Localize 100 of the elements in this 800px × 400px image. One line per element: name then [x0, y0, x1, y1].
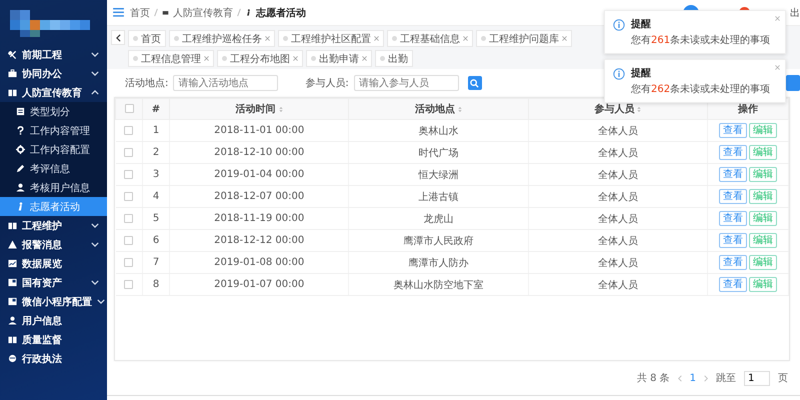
- table-cell: 2018-12-12 00:00: [214, 235, 304, 246]
- checkbox[interactable]: [124, 192, 134, 201]
- tools-icon: [8, 50, 17, 59]
- sidebar-item[interactable]: 工程维护: [0, 216, 107, 235]
- sort-icon: [458, 106, 462, 112]
- column-header[interactable]: 活动地点: [414, 102, 462, 116]
- checkbox[interactable]: [124, 280, 134, 289]
- sidebar-item[interactable]: 微信小程序配置: [0, 292, 107, 311]
- sidebar-subitem[interactable]: 工作内容管理: [0, 121, 107, 140]
- gear-icon: [16, 145, 25, 154]
- book-icon: [8, 221, 17, 230]
- notification-title: 提醒: [631, 18, 651, 31]
- scroll-left-button[interactable]: [111, 30, 125, 45]
- slash-icon: [237, 8, 241, 17]
- close-icon[interactable]: [265, 36, 270, 41]
- tab[interactable]: 工程维护社区配置: [278, 30, 384, 47]
- close-icon[interactable]: [362, 56, 367, 61]
- sidebar-item[interactable]: 用户信息: [0, 311, 107, 330]
- sidebar-item[interactable]: 人防宣传教育: [0, 83, 107, 102]
- sidebar-item[interactable]: 行政执法: [0, 349, 107, 368]
- table-cell: 1: [152, 125, 160, 136]
- table-cell: 4: [152, 191, 160, 202]
- table-cell: 2: [152, 147, 160, 158]
- sort-icon: [637, 106, 642, 112]
- info-icon: [613, 19, 625, 31]
- sidebar-item[interactable]: 前期工程: [0, 45, 107, 64]
- tab[interactable]: 出勤: [375, 50, 413, 67]
- tab[interactable]: 工程信息管理: [128, 50, 214, 67]
- exit-link[interactable]: 出: [790, 6, 800, 20]
- sort-icon: [278, 106, 283, 112]
- tab[interactable]: 工程基础信息: [387, 30, 473, 47]
- breadcrumb-link[interactable]: 首页: [130, 6, 150, 20]
- page-unit: 页: [778, 372, 788, 385]
- table-cell: 全体人员: [598, 214, 638, 224]
- panel-icon: [8, 297, 17, 306]
- table-cell: 2018-11-19 00:00: [214, 213, 304, 224]
- field-label: 活动地点:: [125, 76, 168, 90]
- table-cell: 时代广场: [418, 148, 458, 158]
- chart-icon: [8, 259, 17, 268]
- column-header[interactable]: 参与人员: [594, 102, 642, 116]
- figure-icon: [245, 9, 252, 16]
- panel-icon: [8, 278, 17, 287]
- checkbox[interactable]: [124, 104, 134, 114]
- checkbox[interactable]: [124, 126, 134, 135]
- sidebar-item[interactable]: 报警消息: [0, 235, 107, 254]
- sidebar-item[interactable]: 国有资产: [0, 273, 107, 292]
- table-cell: 奥林山水防空地下室: [393, 280, 484, 290]
- chevron-right-icon: [704, 374, 708, 382]
- list-icon: [16, 107, 25, 116]
- close-icon[interactable]: [204, 56, 209, 61]
- menu-icon[interactable]: [113, 8, 124, 17]
- chevron-left-icon: [116, 34, 120, 42]
- input-field[interactable]: 请输入活动地点: [173, 75, 278, 91]
- table-cell: 6: [152, 235, 160, 246]
- close-icon[interactable]: [293, 56, 298, 61]
- column-header[interactable]: 活动时间: [236, 102, 283, 116]
- sidebar-item[interactable]: 协同办公: [0, 64, 107, 83]
- tab[interactable]: 工程维护巡检任务: [169, 30, 275, 47]
- checkbox[interactable]: [124, 170, 134, 179]
- sidebar-subitem[interactable]: 类型划分: [0, 102, 107, 121]
- table-cell: 全体人员: [598, 280, 638, 290]
- grid-icon: [162, 9, 169, 16]
- tab[interactable]: 工程分布地图: [217, 50, 303, 67]
- warning-icon: [8, 240, 17, 249]
- sidebar-subitem[interactable]: 考核用户信息: [0, 178, 107, 197]
- field-label: 参与人员:: [305, 76, 349, 90]
- table-cell: 5: [152, 213, 160, 224]
- sidebar-subitem[interactable]: 工作内容配置: [0, 140, 107, 159]
- page-input[interactable]: 1: [744, 370, 770, 386]
- action-button[interactable]: [786, 75, 800, 91]
- search-button[interactable]: [468, 76, 482, 90]
- table-cell: 恒大绿洲: [418, 170, 458, 180]
- close-icon[interactable]: [775, 65, 780, 70]
- table-cell: 2019-01-07 00:00: [214, 279, 304, 290]
- input-field[interactable]: 请输入参与人员: [354, 75, 459, 91]
- tab[interactable]: 工程维护问题库: [476, 30, 572, 47]
- sidebar-item[interactable]: 数据展览: [0, 254, 107, 273]
- table-cell: 龙虎山: [423, 214, 454, 224]
- checkbox[interactable]: [124, 236, 134, 245]
- table-cell: 2018-12-07 00:00: [214, 191, 304, 202]
- checkbox[interactable]: [124, 214, 134, 223]
- tab[interactable]: 出勤申请: [306, 50, 372, 67]
- sidebar-subitem[interactable]: 考评信息: [0, 159, 107, 178]
- close-icon[interactable]: [374, 36, 379, 41]
- book-icon: [8, 88, 17, 97]
- breadcrumb-current: 志愿者活动: [256, 6, 306, 20]
- checkbox[interactable]: [124, 148, 134, 157]
- briefcase-icon: [8, 69, 17, 78]
- table-cell: 全体人员: [598, 148, 638, 158]
- checkbox[interactable]: [124, 258, 134, 267]
- close-icon[interactable]: [562, 36, 567, 41]
- table-cell: 全体人员: [598, 126, 638, 136]
- table-cell: 7: [152, 257, 160, 268]
- close-icon[interactable]: [775, 16, 780, 21]
- user-icon: [16, 183, 25, 192]
- breadcrumb-link[interactable]: 人防宣传教育: [173, 6, 233, 20]
- sidebar-item[interactable]: 质量监督: [0, 330, 107, 349]
- book-icon: [8, 335, 17, 344]
- close-icon[interactable]: [463, 36, 468, 41]
- tab[interactable]: 首页: [128, 30, 166, 47]
